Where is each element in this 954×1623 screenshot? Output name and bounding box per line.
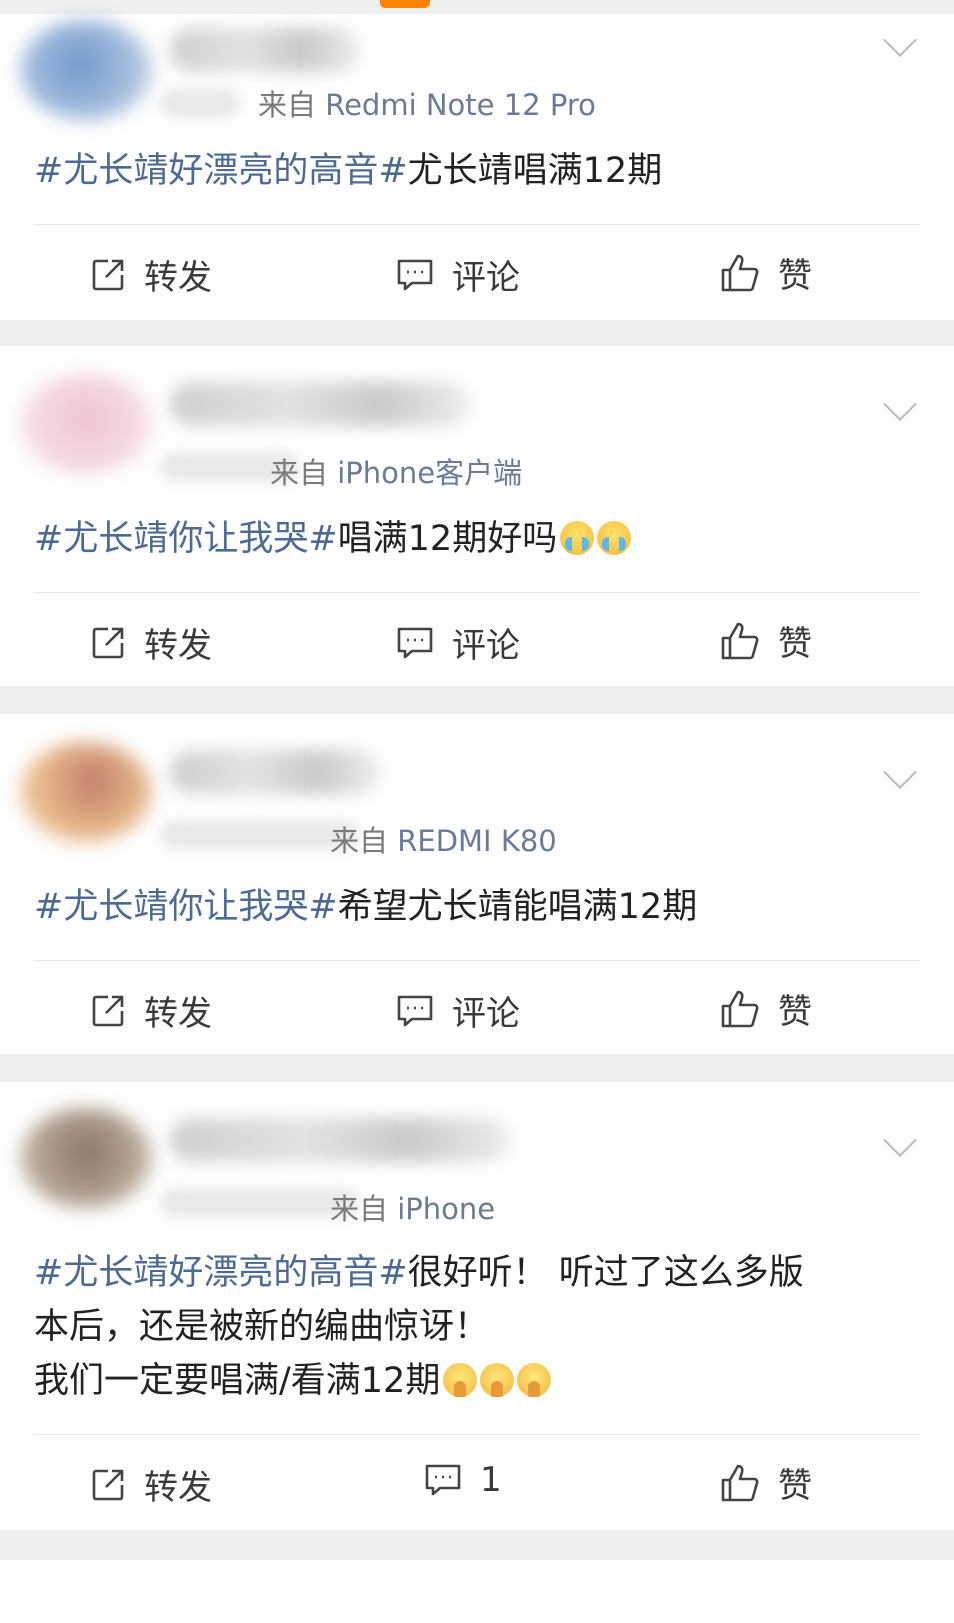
thumbs-up-icon	[721, 622, 759, 659]
repost-label: 转发	[144, 994, 212, 1034]
username-blurred[interactable]	[170, 1118, 510, 1162]
post-body: 唱满12期好吗	[337, 519, 558, 559]
comment-bubble-icon	[425, 1464, 461, 1496]
post-card[interactable]: 来自 iPhone #尤长靖好漂亮的高音#很好听！ 听过了这么多版 本后，还是被…	[0, 1082, 954, 1530]
post-line: 本后，还是被新的编曲惊讶！	[34, 1307, 490, 1347]
repost-button[interactable]: 转发	[90, 250, 212, 299]
post-source: 来自 iPhone客户端	[270, 450, 522, 492]
post-text: #尤长靖好漂亮的高音#尤长靖唱满12期	[34, 144, 934, 198]
thumbs-up-icon	[721, 1464, 759, 1501]
comment-count: 1	[480, 1460, 502, 1500]
avatar[interactable]	[20, 742, 152, 842]
post-card[interactable]: 来自 Redmi Note 12 Pro #尤长靖好漂亮的高音#尤长靖唱满12期…	[0, 14, 954, 320]
pray-emoji	[480, 1363, 515, 1397]
repost-label: 转发	[144, 258, 212, 298]
comment-button[interactable]: 评论	[396, 250, 520, 299]
post-card[interactable]: 来自 iPhone客户端 #尤长靖你让我哭#唱满12期好吗 转发 评论 赞	[0, 346, 954, 686]
comment-label: 评论	[452, 994, 520, 1034]
avatar[interactable]	[20, 374, 152, 474]
divider	[34, 592, 920, 593]
chevron-down-icon[interactable]	[883, 387, 917, 421]
thumbs-up-icon	[721, 254, 759, 291]
topic-link[interactable]: #尤长靖好漂亮的高音#	[34, 1253, 408, 1293]
chevron-down-icon[interactable]	[883, 755, 917, 789]
divider	[34, 1434, 920, 1435]
share-square-icon	[92, 259, 124, 290]
username-blurred[interactable]	[170, 382, 470, 426]
username-blurred[interactable]	[170, 750, 380, 794]
comment-button[interactable]: 评论	[396, 618, 520, 667]
post-body: 希望尤长靖能唱满12期	[337, 887, 698, 927]
post-card[interactable]: 来自 REDMI K80 #尤长靖你让我哭#希望尤长靖能唱满12期 转发 评论 …	[0, 714, 954, 1054]
source-device[interactable]: Redmi Note 12 Pro	[325, 88, 596, 122]
like-button[interactable]: 赞	[720, 248, 812, 297]
divider	[34, 960, 920, 961]
next-post-edge	[0, 1560, 954, 1623]
comment-bubble-icon	[397, 627, 433, 658]
post-line: 我们一定要唱满/看满12期	[34, 1354, 934, 1408]
post-line: #尤长靖好漂亮的高音#很好听！ 听过了这么多版	[34, 1246, 934, 1300]
avatar[interactable]	[20, 20, 152, 120]
comment-label: 评论	[452, 258, 520, 298]
username-blurred[interactable]	[170, 28, 360, 72]
post-text: #尤长靖你让我哭#希望尤长靖能唱满12期	[34, 880, 934, 934]
post-body: 很好听！ 听过了这么多版	[407, 1253, 804, 1293]
post-source: 来自 Redmi Note 12 Pro	[258, 82, 596, 124]
post-text: #尤长靖好漂亮的高音#很好听！ 听过了这么多版 本后，还是被新的编曲惊讶！ 我们…	[34, 1246, 934, 1408]
topic-link[interactable]: #尤长靖你让我哭#	[34, 519, 338, 559]
crying-emoji	[597, 521, 632, 555]
source-prefix: 来自	[330, 1192, 389, 1226]
repost-label: 转发	[144, 1468, 212, 1508]
share-square-icon	[92, 1469, 124, 1500]
source-device[interactable]: iPhone客户端	[337, 456, 522, 490]
post-body: 我们一定要唱满/看满12期	[34, 1361, 441, 1401]
share-square-icon	[92, 627, 124, 658]
post-body: 尤长靖唱满12期	[407, 151, 663, 191]
topic-link[interactable]: #尤长靖你让我哭#	[34, 887, 338, 927]
repost-label: 转发	[144, 626, 212, 666]
active-tab-indicator	[380, 0, 430, 8]
comment-button[interactable]: 评论	[396, 986, 520, 1035]
comment-button[interactable]: 1	[424, 1460, 502, 1500]
thumbs-up-icon	[721, 990, 759, 1027]
timestamp-blurred	[160, 88, 240, 118]
source-prefix: 来自	[258, 88, 317, 122]
chevron-down-icon[interactable]	[883, 1123, 917, 1157]
like-label: 赞	[778, 992, 812, 1032]
pray-emoji	[443, 1363, 478, 1397]
divider	[34, 224, 920, 225]
source-prefix: 来自	[270, 456, 329, 490]
source-device[interactable]: REDMI K80	[397, 824, 557, 858]
share-square-icon	[92, 995, 124, 1026]
post-text: #尤长靖你让我哭#唱满12期好吗	[34, 512, 934, 566]
like-button[interactable]: 赞	[720, 1458, 812, 1507]
comment-bubble-icon	[397, 995, 433, 1026]
source-prefix: 来自	[330, 824, 389, 858]
repost-button[interactable]: 转发	[90, 618, 212, 667]
repost-button[interactable]: 转发	[90, 986, 212, 1035]
repost-button[interactable]: 转发	[90, 1460, 212, 1509]
pray-emoji	[517, 1363, 552, 1397]
crying-emoji	[560, 521, 595, 555]
like-label: 赞	[778, 624, 812, 664]
post-source: 来自 REDMI K80	[330, 818, 557, 860]
like-button[interactable]: 赞	[720, 984, 812, 1033]
like-label: 赞	[778, 256, 812, 296]
post-source: 来自 iPhone	[330, 1186, 495, 1228]
source-device[interactable]: iPhone	[397, 1192, 495, 1226]
like-label: 赞	[778, 1466, 812, 1506]
avatar[interactable]	[20, 1108, 152, 1208]
topic-link[interactable]: #尤长靖好漂亮的高音#	[34, 151, 408, 191]
comment-label: 评论	[452, 626, 520, 666]
chevron-down-icon[interactable]	[883, 23, 917, 57]
comment-bubble-icon	[397, 259, 433, 290]
like-button[interactable]: 赞	[720, 616, 812, 665]
